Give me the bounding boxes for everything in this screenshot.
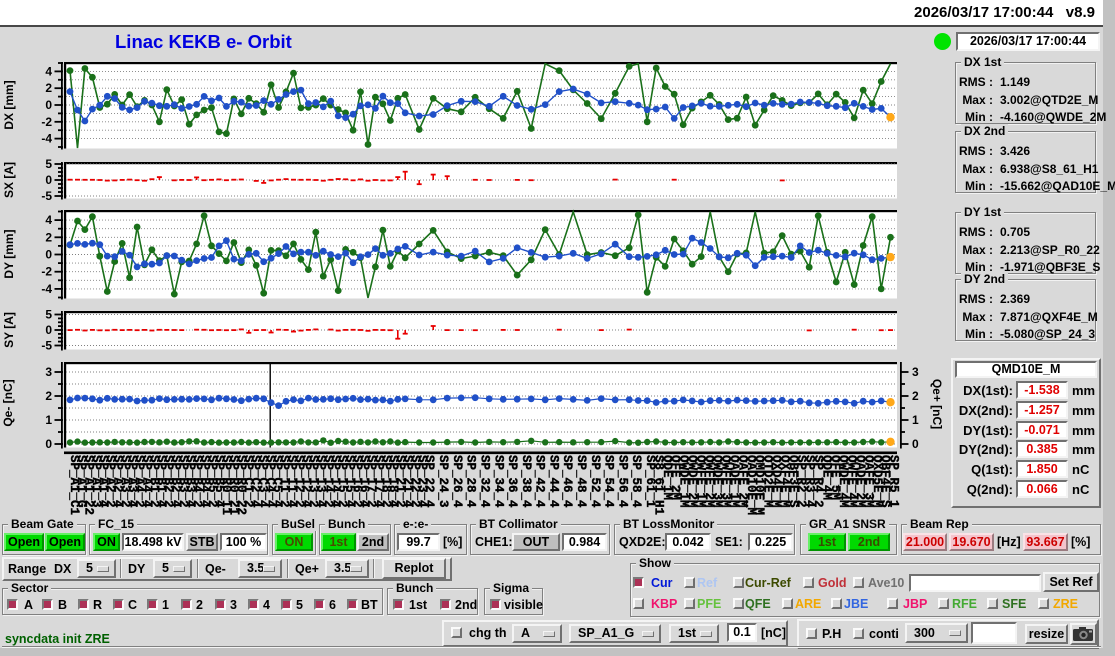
svg-text:DY [mm]: DY [mm]	[2, 229, 16, 278]
svg-text:SX [A]: SX [A]	[2, 162, 16, 198]
svg-text:1: 1	[45, 413, 52, 427]
svg-text:Qe+ [nC]: Qe+ [nC]	[930, 379, 944, 429]
svg-text:SP_24_3: SP_24_3	[436, 455, 450, 508]
svg-text:-4: -4	[41, 282, 52, 296]
svg-text:SP_46_4: SP_46_4	[560, 455, 574, 508]
svg-text:5: 5	[45, 157, 52, 171]
svg-text:-5: -5	[41, 189, 52, 203]
svg-text:2: 2	[45, 230, 52, 244]
svg-text:2: 2	[912, 389, 919, 403]
svg-text:5: 5	[45, 308, 52, 322]
svg-text:SP_48_4: SP_48_4	[574, 455, 588, 508]
svg-text:SY [A]: SY [A]	[2, 312, 16, 348]
svg-text:3: 3	[912, 365, 919, 379]
svg-text:4: 4	[45, 64, 52, 78]
svg-text:SP_R5_1: SP_R5_1	[887, 455, 901, 508]
svg-text:DX [mm]: DX [mm]	[2, 80, 16, 129]
svg-text:SP_36_4: SP_36_4	[505, 455, 519, 508]
svg-text:SP_26_4: SP_26_4	[450, 455, 464, 508]
svg-text:SP_32_4: SP_32_4	[478, 455, 492, 508]
svg-text:0: 0	[45, 173, 52, 187]
svg-text:-2: -2	[41, 265, 52, 279]
svg-text:SP_44_4: SP_44_4	[546, 455, 560, 508]
svg-text:SP_56_4: SP_56_4	[615, 455, 629, 508]
svg-text:0: 0	[45, 248, 52, 262]
svg-text:SP_38_4: SP_38_4	[519, 455, 533, 508]
svg-text:3: 3	[45, 365, 52, 379]
svg-text:0: 0	[45, 98, 52, 112]
svg-text:-4: -4	[41, 132, 52, 146]
svg-text:SP_28_4: SP_28_4	[464, 455, 478, 508]
svg-text:-5: -5	[41, 339, 52, 353]
svg-text:0: 0	[45, 323, 52, 337]
svg-text:4: 4	[45, 213, 52, 227]
svg-text:SP_52_4: SP_52_4	[588, 455, 602, 508]
svg-text:0: 0	[45, 437, 52, 451]
svg-text:SP_34_4: SP_34_4	[491, 455, 505, 508]
svg-text:SP_42_4: SP_42_4	[533, 455, 547, 508]
svg-text:SP_58_4: SP_58_4	[629, 455, 643, 508]
svg-text:0: 0	[912, 437, 919, 451]
svg-text:1: 1	[912, 413, 919, 427]
svg-text:SP_54_4: SP_54_4	[602, 455, 616, 508]
svg-text:Qe- [nC]: Qe- [nC]	[1, 379, 15, 426]
svg-text:SP_22_4: SP_22_4	[422, 455, 436, 508]
svg-text:2: 2	[45, 81, 52, 95]
svg-text:-2: -2	[41, 115, 52, 129]
svg-text:2: 2	[45, 389, 52, 403]
